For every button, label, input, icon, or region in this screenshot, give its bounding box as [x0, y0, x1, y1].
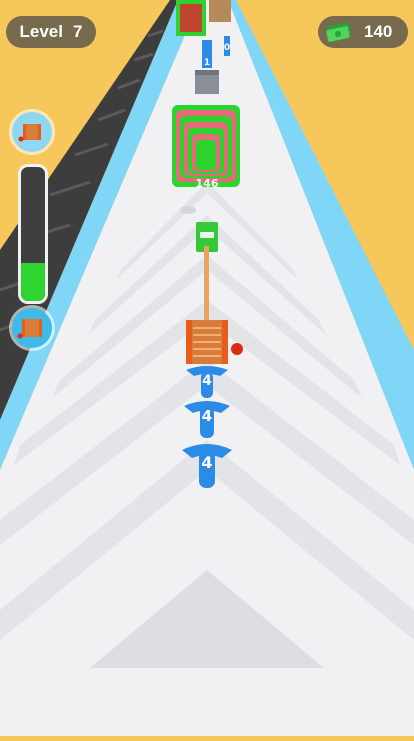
stack-count: 146	[196, 177, 219, 190]
track-svg: 0 1 146 4 4 4	[0, 0, 414, 736]
level-label: Level	[19, 22, 63, 41]
game-scene[interactable]: 0 1 146 4 4 4	[0, 0, 414, 736]
far-cup-number: 1	[204, 58, 210, 68]
money-counter: 140	[318, 16, 408, 48]
rope-line	[204, 246, 209, 326]
rope-roll-icon	[12, 112, 52, 152]
rope-progress-meter	[12, 112, 52, 352]
shadow-spot	[180, 206, 196, 214]
progress-fill	[21, 263, 45, 301]
money-amount: 140	[364, 22, 393, 41]
far-pillar-number: 0	[224, 43, 230, 53]
cash-stack-icon	[324, 22, 354, 42]
rope-roll-icon	[12, 308, 52, 348]
far-pillar-0: 0	[224, 36, 230, 56]
rope-stack-block: 146	[172, 105, 240, 190]
hook-number-1: 4	[202, 373, 212, 389]
hook-number-2: 4	[202, 407, 212, 425]
hook-number-3: 4	[201, 453, 212, 472]
progress-bar	[18, 164, 48, 304]
level-number: 7	[73, 22, 83, 41]
level-indicator: Level 7	[6, 16, 96, 48]
